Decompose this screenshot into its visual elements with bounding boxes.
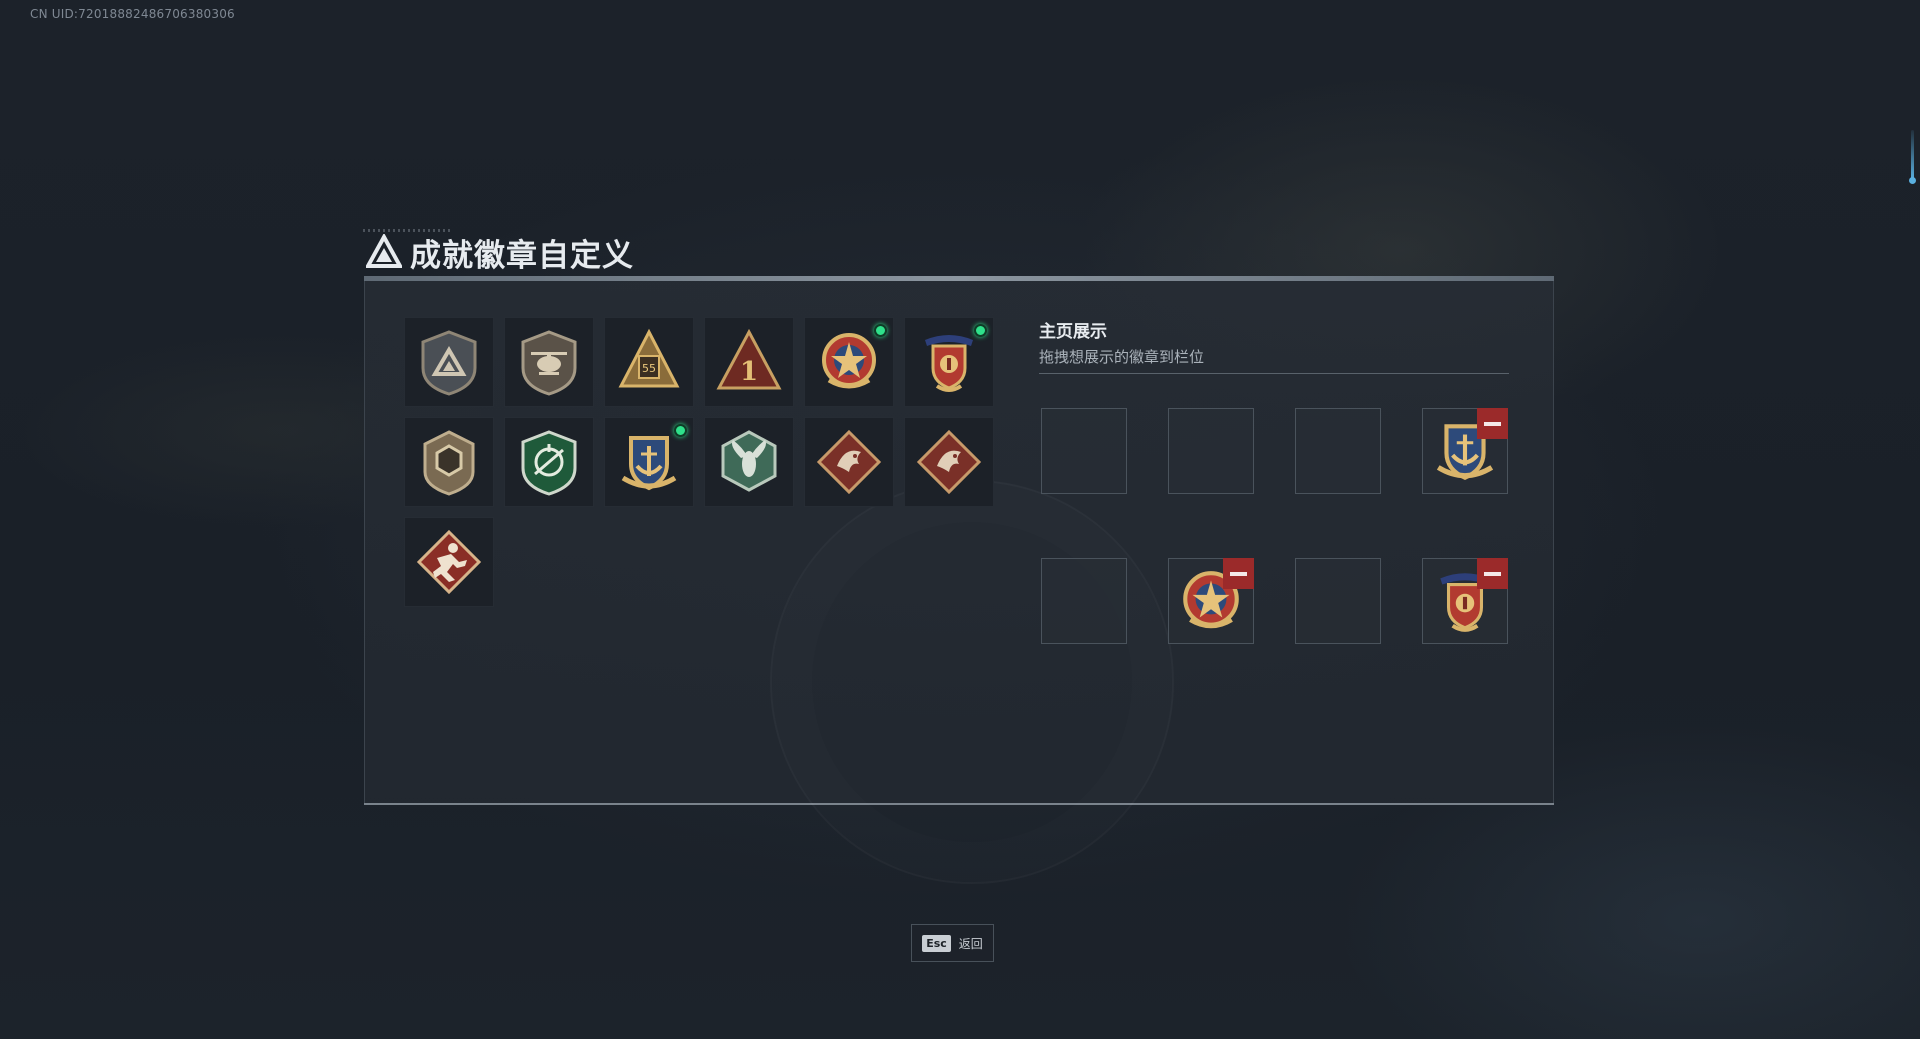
hexagon-gem-badge-icon — [423, 430, 475, 496]
panel-bottom-border — [364, 803, 1554, 805]
badge-slot[interactable] — [604, 417, 694, 507]
runner-badge-icon — [416, 529, 482, 595]
helicopter-badge-icon — [521, 330, 577, 396]
badge-slot[interactable] — [404, 417, 494, 507]
showcase-hint: 拖拽想展示的徽章到栏位 — [1039, 348, 1205, 366]
new-indicator — [674, 424, 687, 437]
wasp-badge-icon — [721, 430, 777, 492]
badge-slot[interactable]: 1 — [704, 317, 794, 407]
star-medal-badge-icon — [822, 333, 876, 389]
badge-slot[interactable] — [704, 417, 794, 507]
badge-slot[interactable] — [804, 317, 894, 407]
remove-badge-button[interactable] — [1223, 558, 1254, 589]
minus-icon — [1230, 571, 1247, 576]
minus-icon — [1484, 421, 1501, 426]
back-button[interactable]: Esc 返回 — [911, 924, 994, 962]
crest-medal-badge-icon — [925, 335, 973, 392]
delta-logo-icon — [366, 234, 402, 268]
new-indicator — [874, 324, 887, 337]
back-label: 返回 — [958, 936, 983, 951]
new-indicator — [974, 324, 987, 337]
remove-badge-button[interactable] — [1477, 558, 1508, 589]
showcase-title: 主页展示 — [1039, 322, 1107, 342]
svg-text:55: 55 — [642, 362, 656, 375]
showcase-slot-1[interactable] — [1041, 408, 1127, 494]
badge-slot[interactable] — [404, 517, 494, 607]
badge-slot[interactable] — [904, 417, 994, 507]
panel-top-border — [364, 276, 1554, 281]
minus-icon — [1484, 571, 1501, 576]
red-dragon-badge-icon — [816, 429, 882, 495]
badge-slot[interactable] — [904, 317, 994, 407]
badge-slot[interactable] — [504, 317, 594, 407]
showcase-slot-4[interactable] — [1422, 408, 1508, 494]
showcase-slot-3[interactable] — [1295, 408, 1381, 494]
badge-inventory-grid: 55 1 — [404, 317, 994, 607]
scroll-indicator — [1909, 130, 1916, 184]
showcase-slot-6[interactable] — [1168, 558, 1254, 644]
showcase-header: 主页展示 拖拽想展示的徽章到栏位 — [1039, 317, 1509, 367]
user-id: CN UID:72018882486706380306 — [30, 7, 235, 21]
esc-key-hint: Esc — [922, 934, 951, 952]
red-dragon-badge-icon — [916, 429, 982, 495]
anchor-crest-badge-icon — [621, 436, 677, 491]
badge-slot[interactable] — [504, 417, 594, 507]
badge-slot[interactable]: 55 — [604, 317, 694, 407]
showcase-slot-5[interactable] — [1041, 558, 1127, 644]
svg-text:1: 1 — [740, 357, 758, 387]
green-crosshair-badge-icon — [521, 430, 577, 496]
badge-slot[interactable] — [804, 417, 894, 507]
remove-badge-button[interactable] — [1477, 408, 1508, 439]
screen: CN UID:72018882486706380306 成就徽章自定义 55 1… — [0, 0, 1920, 1039]
showcase-slot-2[interactable] — [1168, 408, 1254, 494]
gold-tower-55-badge-icon: 55 — [618, 328, 680, 388]
triangle-shield-badge-icon — [421, 330, 477, 396]
badge-slot[interactable] — [404, 317, 494, 407]
page-header: 成就徽章自定义 — [366, 230, 634, 274]
showcase-divider — [1039, 373, 1509, 374]
showcase-slot-8[interactable] — [1422, 558, 1508, 644]
page-title: 成就徽章自定义 — [410, 237, 634, 274]
showcase-slot-7[interactable] — [1295, 558, 1381, 644]
red-triangle-1-badge-icon: 1 — [716, 328, 782, 390]
